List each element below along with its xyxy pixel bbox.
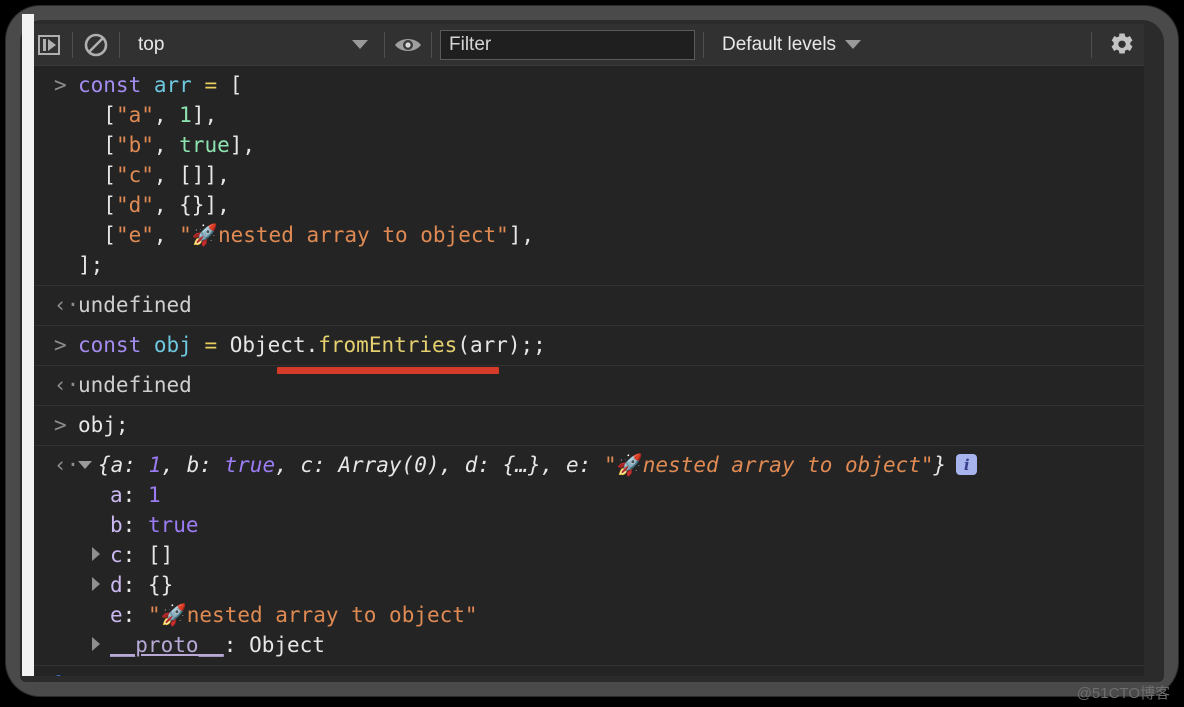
console-line: ‹· undefined [34, 290, 1144, 320]
prop-toggle[interactable] [78, 540, 110, 570]
filter-input[interactable] [440, 29, 695, 60]
input-marker-blank [42, 190, 78, 220]
devtools-console-panel: top Default levels [34, 24, 1144, 676]
object-property-c: c: [] [110, 543, 174, 567]
input-marker-blank [42, 250, 78, 280]
chevron-down-icon [845, 40, 862, 49]
prop-toggle-placeholder [78, 600, 110, 630]
info-badge[interactable]: i [956, 454, 978, 475]
input-marker: > [54, 413, 67, 437]
console-line: ["c", []], [34, 160, 1144, 190]
triangle-right-icon[interactable] [92, 547, 100, 561]
console-entry-result: ‹· undefined [34, 286, 1144, 326]
chevron-down-icon [352, 40, 368, 49]
code-line-3: ["c", []], [78, 163, 230, 187]
input-marker-blank [42, 100, 78, 130]
toolbar-divider-1 [72, 31, 73, 58]
code-line-6: ]; [78, 253, 104, 277]
input-marker-blank [42, 130, 78, 160]
console-entry-input[interactable]: > const arr = [ ["a", 1], ["b", true], [… [34, 66, 1144, 286]
object-property-row[interactable]: d: {} [34, 570, 1144, 600]
console-prompt-row[interactable]: ❯ [34, 666, 1144, 676]
console-entry-result: ‹· undefined [34, 366, 1144, 406]
prop-toggle-placeholder [78, 480, 110, 510]
execution-context-select[interactable]: top [128, 30, 376, 60]
console-line: > const obj = Object.fromEntries(arr);; [34, 330, 1144, 360]
code-line-4: ["d", {}], [78, 193, 230, 217]
triangle-right-icon[interactable] [92, 637, 100, 651]
toolbar-divider-3 [384, 31, 385, 58]
object-property-row[interactable]: e: "🚀nested array to object" [34, 600, 1144, 630]
console-line: ["e", "🚀nested array to object"], [34, 220, 1144, 250]
result-value: undefined [78, 293, 192, 317]
log-levels-label: Default levels [722, 33, 837, 55]
console-line: ["b", true], [34, 130, 1144, 160]
console-line: ]; [34, 250, 1144, 280]
console-line: > obj; [34, 410, 1144, 440]
object-property-d: d: {} [110, 573, 174, 597]
code-line-5: ["e", "🚀nested array to object"], [78, 223, 535, 247]
console-output[interactable]: > const arr = [ ["a", 1], ["b", true], [… [34, 66, 1144, 676]
console-toolbar: top Default levels [34, 24, 1144, 66]
input-marker-blank [42, 220, 78, 250]
object-property-b: b: true [110, 513, 199, 537]
console-entry-input[interactable]: > const obj = Object.fromEntries(arr);; [34, 326, 1144, 366]
console-entry-object-result[interactable]: ‹· {a: 1, b: true, c: Array(0), d: {…}, … [34, 446, 1144, 666]
step-into-icon[interactable] [34, 30, 64, 60]
prop-toggle-placeholder [78, 510, 110, 540]
watermark: @51CTO博客 [1076, 685, 1170, 702]
code-line-0: const arr = [ [78, 73, 243, 97]
code-line-0: obj; [78, 413, 129, 437]
prop-toggle[interactable] [78, 570, 110, 600]
toolbar-divider-2 [119, 31, 120, 58]
console-line: ‹· undefined [34, 370, 1144, 400]
object-property-row[interactable]: b: true [34, 510, 1144, 540]
gear-icon[interactable] [1100, 24, 1144, 66]
result-marker: ‹· [54, 453, 80, 477]
execution-context-label: top [138, 34, 165, 55]
console-line: ‹· {a: 1, b: true, c: Array(0), d: {…}, … [34, 450, 1144, 480]
input-marker: > [54, 73, 67, 97]
console-line: ["a", 1], [34, 100, 1144, 130]
code-line-0: const obj = Object.fromEntries(arr);; [78, 333, 546, 357]
code-line-2: ["b", true], [78, 133, 256, 157]
triangle-right-icon[interactable] [92, 577, 100, 591]
object-property-row[interactable]: c: [] [34, 540, 1144, 570]
object-property-proto: __proto__: Object [110, 633, 325, 657]
result-marker: ‹· [54, 293, 80, 317]
toolbar-divider-6 [1091, 31, 1092, 58]
prompt-caret-icon: ❯ [42, 666, 78, 676]
prop-toggle[interactable] [78, 630, 110, 660]
clear-console-icon[interactable] [81, 30, 111, 60]
object-preview: {a: 1, b: true, c: Array(0), d: {…}, e: … [78, 450, 978, 480]
console-line: ["d", {}], [34, 190, 1144, 220]
toolbar-divider-4 [431, 31, 432, 58]
console-prompt-input[interactable] [78, 666, 1144, 676]
log-levels-select[interactable]: Default levels [712, 30, 871, 60]
triangle-down-icon[interactable] [78, 460, 92, 469]
toolbar-divider-5 [703, 31, 704, 58]
input-marker: > [54, 333, 67, 357]
input-marker-blank [42, 160, 78, 190]
red-underline-annotation [277, 367, 499, 374]
result-value: undefined [78, 373, 192, 397]
result-marker: ‹· [54, 373, 80, 397]
live-expression-eye-icon[interactable] [393, 30, 423, 60]
object-property-e: e: "🚀nested array to object" [110, 603, 478, 627]
window-left-edge [22, 14, 34, 676]
console-entry-input[interactable]: > obj; [34, 406, 1144, 446]
code-line-1: ["a", 1], [78, 103, 218, 127]
console-line: > const arr = [ [34, 70, 1144, 100]
object-property-row[interactable]: a: 1 [34, 480, 1144, 510]
object-property-row[interactable]: __proto__: Object [34, 630, 1144, 660]
object-property-a: a: 1 [110, 483, 161, 507]
